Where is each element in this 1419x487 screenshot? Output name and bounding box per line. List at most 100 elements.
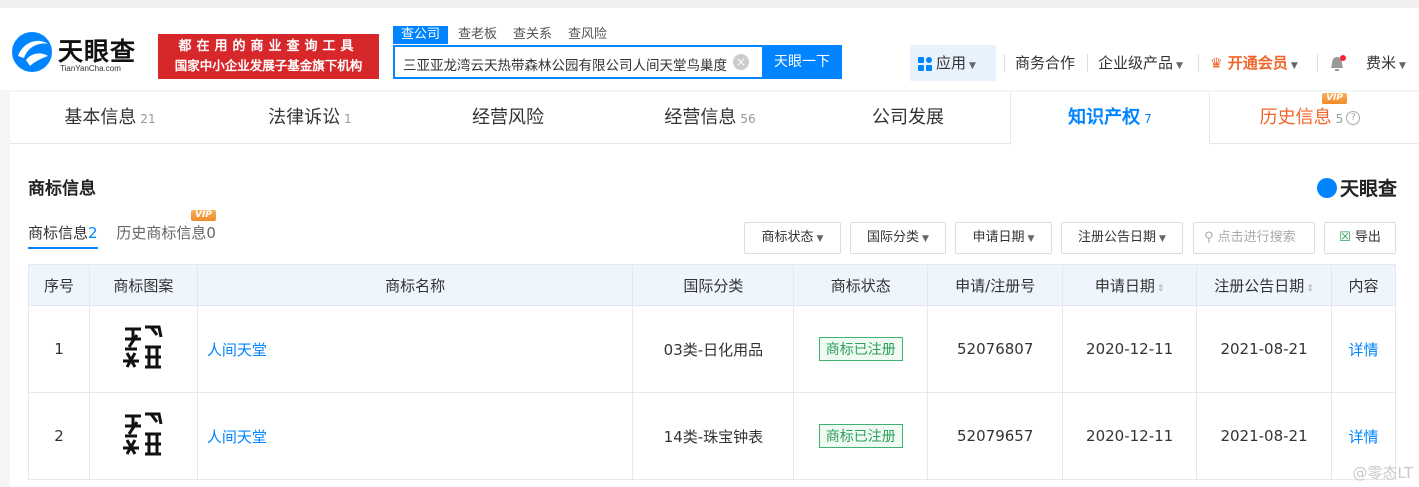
detail-link[interactable]: 详情 (1330, 305, 1397, 393)
tab-count: 5 (1335, 112, 1344, 126)
status-badge: 商标已注册 (818, 424, 903, 448)
tab-history[interactable]: VIP 历史信息 5? (1210, 92, 1410, 144)
chevron-down-icon: ▼ (816, 234, 824, 244)
col-name: 商标名称 (196, 264, 634, 306)
search-input[interactable]: 三亚亚龙湾云天热带森林公园有限公司人间天堂鸟巢度 (403, 54, 729, 74)
trademark-status-cell: 商标已注册 (793, 392, 929, 480)
col-no: 序号 (28, 264, 90, 306)
trademark-subtabs: 商标信息2 VIP 历史商标信息0 (28, 210, 230, 249)
sort-icon: ⇕ (1306, 283, 1314, 294)
filter-label: 申请日期 (972, 230, 1025, 245)
chevron-down-icon: ▼ (969, 61, 976, 71)
col-detail: 内容 (1330, 264, 1397, 306)
col-label: 申请日期 (1094, 276, 1155, 295)
bell-icon (1331, 54, 1346, 71)
filter-label: 商标状态 (761, 230, 814, 245)
export-button[interactable]: ☒ 导出 (1324, 222, 1396, 254)
trademark-logo-icon (123, 325, 163, 369)
tab-label: 历史信息 (1259, 107, 1332, 128)
tianyancha-logo-icon (1316, 178, 1337, 198)
excel-icon: ☒ (1339, 230, 1351, 245)
search-button[interactable]: 天眼一下 (762, 45, 842, 79)
biz-coop-link[interactable]: 商务合作 (1015, 45, 1075, 81)
slogan-line2: 国家中小企业发展子基金旗下机构 (174, 58, 363, 73)
search-box: 三亚亚龙湾云天热带森林公园有限公司人间天堂鸟巢度 × 天眼一下 (393, 45, 842, 79)
tab-label: 经营风险 (472, 107, 544, 128)
filter-label: 国际分类 (867, 230, 920, 245)
open-vip-menu[interactable]: ♛ 开通会员 ▼ (1210, 45, 1298, 81)
search-tab-relation[interactable]: 查关系 (513, 26, 552, 44)
brand-logo[interactable]: 天眼查 TianYanCha.com (10, 30, 150, 80)
filter-apply-date[interactable]: 申请日期 ▼ (955, 222, 1052, 254)
divider (1317, 54, 1318, 72)
open-vip-label: 开通会员 (1227, 54, 1288, 72)
chevron-down-icon: ▼ (1159, 234, 1166, 244)
row-no: 2 (28, 392, 90, 480)
export-label: 导出 (1354, 230, 1381, 245)
tab-development[interactable]: 公司发展 (810, 92, 1010, 144)
col-class: 国际分类 (632, 264, 795, 306)
trademark-status-cell: 商标已注册 (793, 305, 929, 393)
app-menu-label: 应用 (936, 54, 967, 72)
trademark-image[interactable] (88, 392, 198, 480)
tab-basic[interactable]: 基本信息 21 (10, 92, 210, 144)
filter-pub-date[interactable]: 注册公告日期 ▼ (1061, 222, 1183, 254)
col-pub-date[interactable]: 注册公告日期 ⇕ (1196, 264, 1332, 306)
subtab-label: 商标信息 (28, 224, 89, 242)
trademark-table: 序号 商标图案 商标名称 国际分类 商标状态 申请/注册号 申请日期 ⇕ 注册公告… (28, 264, 1397, 480)
table-row: 1 人间天堂 03类-日化用品 商标已注册 52076807 2020-12-1… (28, 305, 1397, 393)
trademark-name-link[interactable]: 人间天堂 (196, 305, 634, 393)
col-apply-date[interactable]: 申请日期 ⇕ (1062, 264, 1198, 306)
trademark-name-link[interactable]: 人间天堂 (196, 392, 634, 480)
main-panel: 基本信息 21 法律诉讼 1 经营风险 经营信息 56 公司发展 知识产权 7 VIP 历… (10, 92, 1419, 487)
tab-count: 7 (1144, 112, 1152, 126)
tab-label: 基本信息 (64, 107, 137, 128)
table-header-row: 序号 商标图案 商标名称 国际分类 商标状态 申请/注册号 申请日期 ⇕ 注册公告… (28, 264, 1397, 306)
help-icon[interactable]: ? (1346, 111, 1361, 125)
vip-badge: VIP (1322, 93, 1347, 104)
filter-status[interactable]: 商标状态 ▼ (744, 222, 841, 254)
pub-date: 2021-08-21 (1196, 392, 1332, 480)
filter-class[interactable]: 国际分类 ▼ (850, 222, 946, 254)
slogan-banner: 都在用的商业查询工具 国家中小企业发展子基金旗下机构 (158, 34, 379, 79)
subtab-trademark[interactable]: 商标信息2 (28, 222, 98, 249)
col-label: 注册公告日期 (1214, 276, 1305, 295)
slogan-line1: 都在用的商业查询工具 (178, 39, 359, 54)
tab-legal[interactable]: 法律诉讼 1 (210, 92, 410, 144)
subtab-history-trademark[interactable]: VIP 历史商标信息0 (116, 210, 216, 247)
chevron-down-icon: ▼ (1176, 61, 1183, 71)
clear-icon[interactable]: × (733, 54, 749, 70)
app-menu-button[interactable]: 应用 ▼ (910, 45, 996, 81)
search-tab-company[interactable]: 查公司 (393, 26, 449, 44)
search-type-tabs: 查公司 查老板 查关系 查风险 (393, 26, 623, 44)
watermark: @零态LT (1352, 464, 1413, 482)
vip-badge: VIP (190, 210, 216, 221)
brand-url: TianYanCha.com (60, 64, 121, 73)
section-title: 商标信息 (28, 179, 96, 199)
user-menu[interactable]: 费米 ▼ (1366, 45, 1406, 81)
tab-operation[interactable]: 经营信息 56 (610, 92, 810, 144)
tab-ip[interactable]: 知识产权 7 (1010, 92, 1210, 145)
company-tabs: 基本信息 21 法律诉讼 1 经营风险 经营信息 56 公司发展 知识产权 7 VIP 历… (10, 92, 1419, 145)
table-search-input[interactable]: ⚲ 点击进行搜索 (1193, 222, 1315, 254)
chevron-down-icon: ▼ (922, 234, 929, 244)
trademark-logo-icon (123, 412, 163, 456)
tab-count: 1 (344, 112, 352, 126)
tab-label: 经营信息 (664, 107, 737, 128)
col-reg-no: 申请/注册号 (927, 264, 1064, 306)
trademark-image[interactable] (88, 305, 198, 393)
tab-risk[interactable]: 经营风险 (410, 92, 610, 144)
subtab-label: 历史商标信息 (116, 224, 207, 242)
notification-bell[interactable] (1328, 45, 1348, 81)
section-logo: 天眼查 (1316, 174, 1397, 201)
search-tab-boss[interactable]: 查老板 (458, 26, 497, 44)
enterprise-menu[interactable]: 企业级产品 ▼ (1098, 45, 1183, 81)
status-badge: 商标已注册 (818, 337, 903, 361)
divider (1004, 54, 1005, 72)
search-tab-risk[interactable]: 查风险 (568, 26, 607, 44)
tab-count: 56 (740, 112, 756, 126)
top-header: 天眼查 TianYanCha.com 都在用的商业查询工具 国家中小企业发展子基… (0, 0, 1419, 90)
brand-name: 天眼查 (58, 37, 137, 66)
section-logo-text: 天眼查 (1339, 178, 1397, 200)
col-status: 商标状态 (793, 264, 929, 306)
